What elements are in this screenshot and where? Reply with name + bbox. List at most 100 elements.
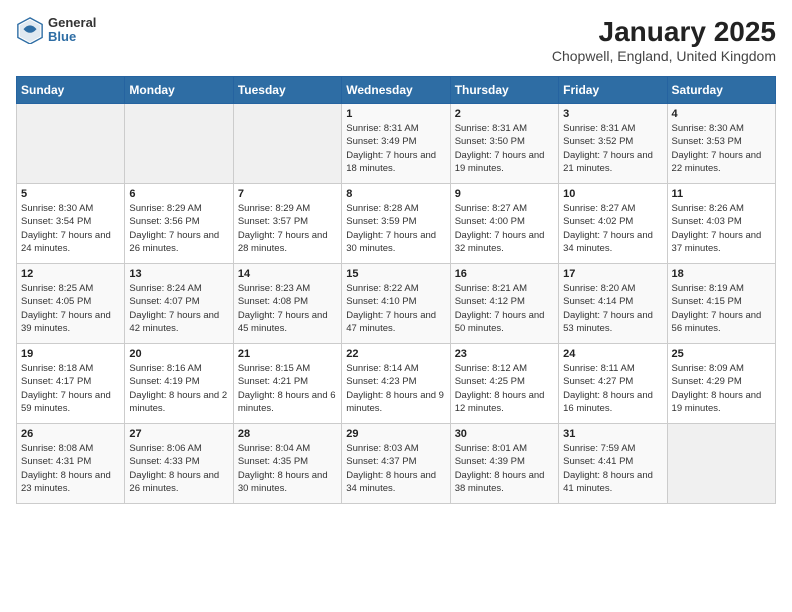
weekday-header: Saturday [667,77,775,104]
calendar-week-row: 12Sunrise: 8:25 AMSunset: 4:05 PMDayligh… [17,264,776,344]
day-number: 21 [238,348,337,360]
day-number: 22 [346,348,445,360]
day-number: 14 [238,268,337,280]
day-number: 17 [563,268,662,280]
calendar-cell: 14 Sunrise: 8:23 AMSunset: 4:08 PMDayligh… [233,264,341,344]
day-info: Sunrise: 8:24 AMSunset: 4:07 PMDaylight:… [129,282,228,335]
calendar-cell: 19 Sunrise: 8:18 AMSunset: 4:17 PMDayligh… [17,344,125,424]
calendar-week-row: 19 Sunrise: 8:18 AMSunset: 4:17 PMDayligh… [17,344,776,424]
day-number: 13 [129,268,228,280]
day-number: 2 [455,108,554,120]
calendar-cell: 4 Sunrise: 8:30 AMSunset: 3:53 PMDaylight… [667,104,775,184]
day-info: Sunrise: 8:28 AMSunset: 3:59 PMDaylight:… [346,202,445,255]
day-number: 12 [21,268,120,280]
day-info: Sunrise: 8:11 AMSunset: 4:27 PMDaylight:… [563,362,662,415]
day-number: 6 [129,188,228,200]
day-number: 28 [238,428,337,440]
weekday-header: Tuesday [233,77,341,104]
weekday-header: Monday [125,77,233,104]
day-info: Sunrise: 8:16 AMSunset: 4:19 PMDaylight:… [129,362,228,415]
calendar-cell: 9Sunrise: 8:27 AMSunset: 4:00 PMDaylight… [450,184,558,264]
calendar-cell: 21Sunrise: 8:15 AMSunset: 4:21 PMDayligh… [233,344,341,424]
day-number: 5 [21,188,120,200]
weekday-header: Wednesday [342,77,450,104]
calendar-cell: 31 Sunrise: 7:59 AMSunset: 4:41 PMDayligh… [559,424,667,504]
day-number: 11 [672,188,771,200]
calendar-cell: 13 Sunrise: 8:24 AMSunset: 4:07 PMDayligh… [125,264,233,344]
day-number: 15 [346,268,445,280]
calendar-cell: 22 Sunrise: 8:14 AMSunset: 4:23 PMDayligh… [342,344,450,424]
calendar-subtitle: Chopwell, England, United Kingdom [552,48,776,64]
title-block: January 2025 Chopwell, England, United K… [552,16,776,64]
page-header: General Blue January 2025 Chopwell, Engl… [16,16,776,64]
day-info: Sunrise: 8:04 AMSunset: 4:35 PMDaylight:… [238,442,337,495]
calendar-cell: 28 Sunrise: 8:04 AMSunset: 4:35 PMDayligh… [233,424,341,504]
day-number: 1 [346,108,445,120]
day-info: Sunrise: 8:31 AMSunset: 3:49 PMDaylight:… [346,122,445,175]
calendar-cell: 2 Sunrise: 8:31 AMSunset: 3:50 PMDaylight… [450,104,558,184]
logo-text: General Blue [48,16,96,45]
calendar-cell: 29Sunrise: 8:03 AMSunset: 4:37 PMDayligh… [342,424,450,504]
calendar-cell: 1 Sunrise: 8:31 AMSunset: 3:49 PMDaylight… [342,104,450,184]
day-number: 23 [455,348,554,360]
weekday-header: Friday [559,77,667,104]
day-info: Sunrise: 8:22 AMSunset: 4:10 PMDaylight:… [346,282,445,335]
day-info: Sunrise: 8:27 AMSunset: 4:02 PMDaylight:… [563,202,662,255]
weekday-header: Thursday [450,77,558,104]
calendar-cell: 23Sunrise: 8:12 AMSunset: 4:25 PMDayligh… [450,344,558,424]
day-number: 31 [563,428,662,440]
logo-blue: Blue [48,30,96,44]
day-number: 30 [455,428,554,440]
calendar-cell: 8 Sunrise: 8:28 AMSunset: 3:59 PMDaylight… [342,184,450,264]
logo-icon [16,16,44,44]
calendar-week-row: 1 Sunrise: 8:31 AMSunset: 3:49 PMDaylight… [17,104,776,184]
day-number: 20 [129,348,228,360]
day-number: 4 [672,108,771,120]
day-number: 19 [21,348,120,360]
calendar-cell: 30 Sunrise: 8:01 AMSunset: 4:39 PMDayligh… [450,424,558,504]
day-info: Sunrise: 8:08 AMSunset: 4:31 PMDaylight:… [21,442,120,495]
day-info: Sunrise: 8:03 AMSunset: 4:37 PMDaylight:… [346,442,445,495]
calendar-cell: 17Sunrise: 8:20 AMSunset: 4:14 PMDayligh… [559,264,667,344]
day-info: Sunrise: 7:59 AMSunset: 4:41 PMDaylight:… [563,442,662,495]
calendar-cell: 10Sunrise: 8:27 AMSunset: 4:02 PMDayligh… [559,184,667,264]
day-info: Sunrise: 8:06 AMSunset: 4:33 PMDaylight:… [129,442,228,495]
calendar-week-row: 5Sunrise: 8:30 AMSunset: 3:54 PMDaylight… [17,184,776,264]
day-info: Sunrise: 8:31 AMSunset: 3:50 PMDaylight:… [455,122,554,175]
calendar-week-row: 26 Sunrise: 8:08 AMSunset: 4:31 PMDayligh… [17,424,776,504]
day-info: Sunrise: 8:09 AMSunset: 4:29 PMDaylight:… [672,362,771,415]
calendar-cell: 18Sunrise: 8:19 AMSunset: 4:15 PMDayligh… [667,264,775,344]
day-number: 16 [455,268,554,280]
calendar-cell: 7 Sunrise: 8:29 AMSunset: 3:57 PMDaylight… [233,184,341,264]
day-info: Sunrise: 8:18 AMSunset: 4:17 PMDaylight:… [21,362,120,415]
day-number: 24 [563,348,662,360]
calendar-cell [17,104,125,184]
calendar-cell: 24 Sunrise: 8:11 AMSunset: 4:27 PMDayligh… [559,344,667,424]
weekday-header: Sunday [17,77,125,104]
day-number: 27 [129,428,228,440]
logo-general: General [48,16,96,30]
calendar-cell: 5Sunrise: 8:30 AMSunset: 3:54 PMDaylight… [17,184,125,264]
day-number: 25 [672,348,771,360]
day-info: Sunrise: 8:01 AMSunset: 4:39 PMDaylight:… [455,442,554,495]
calendar-title: January 2025 [552,16,776,48]
calendar-cell: 25 Sunrise: 8:09 AMSunset: 4:29 PMDayligh… [667,344,775,424]
day-info: Sunrise: 8:21 AMSunset: 4:12 PMDaylight:… [455,282,554,335]
calendar-cell: 16 Sunrise: 8:21 AMSunset: 4:12 PMDayligh… [450,264,558,344]
day-info: Sunrise: 8:14 AMSunset: 4:23 PMDaylight:… [346,362,445,415]
day-number: 18 [672,268,771,280]
day-info: Sunrise: 8:29 AMSunset: 3:57 PMDaylight:… [238,202,337,255]
calendar-cell: 15 Sunrise: 8:22 AMSunset: 4:10 PMDayligh… [342,264,450,344]
calendar-cell: 6 Sunrise: 8:29 AMSunset: 3:56 PMDaylight… [125,184,233,264]
calendar-cell: 27 Sunrise: 8:06 AMSunset: 4:33 PMDayligh… [125,424,233,504]
day-number: 7 [238,188,337,200]
day-number: 8 [346,188,445,200]
weekday-row: SundayMondayTuesdayWednesdayThursdayFrid… [17,77,776,104]
day-info: Sunrise: 8:30 AMSunset: 3:53 PMDaylight:… [672,122,771,175]
day-info: Sunrise: 8:23 AMSunset: 4:08 PMDaylight:… [238,282,337,335]
day-info: Sunrise: 8:29 AMSunset: 3:56 PMDaylight:… [129,202,228,255]
day-number: 3 [563,108,662,120]
day-info: Sunrise: 8:27 AMSunset: 4:00 PMDaylight:… [455,202,554,255]
calendar-cell: 20 Sunrise: 8:16 AMSunset: 4:19 PMDayligh… [125,344,233,424]
day-number: 26 [21,428,120,440]
